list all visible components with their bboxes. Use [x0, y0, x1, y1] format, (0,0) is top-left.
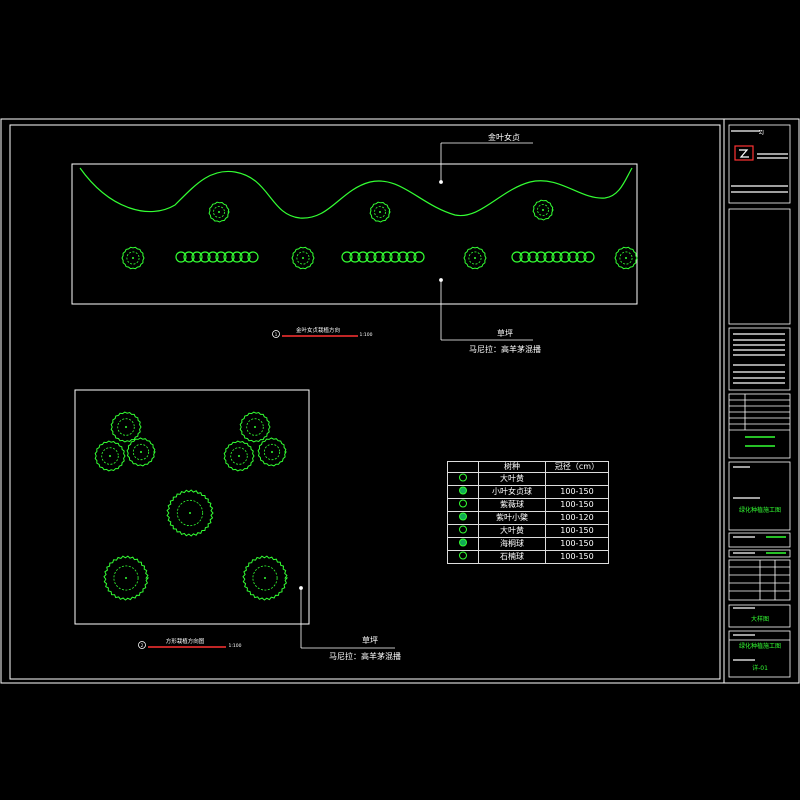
legend-size: 100-120	[545, 511, 609, 525]
legend-symbol-icon	[447, 511, 479, 525]
legend-species: 紫薇球	[478, 498, 546, 512]
legend-species: 大叶黄	[478, 472, 546, 486]
legend-symbol-icon	[447, 472, 479, 486]
legend-row: 大叶黄 100-150	[447, 524, 609, 538]
legend-row: 小叶女贞球 100-150	[447, 485, 609, 499]
lower-label-lawn: 草坪	[362, 635, 378, 645]
legend-size	[545, 472, 609, 486]
upper-caption: 金叶女贞栽植方向	[296, 326, 340, 334]
golden-privet-hedge	[79, 167, 633, 219]
drawing-title-repeat: 绿化种植施工图	[739, 642, 781, 650]
berberis-hedge	[175, 251, 259, 263]
legend-species: 海桐球	[478, 537, 546, 551]
legend-symbol-icon	[447, 485, 479, 499]
lower-shrub-group	[94, 411, 289, 601]
legend-size: 100-150	[545, 498, 609, 512]
legend-header-species: 树种	[478, 461, 546, 473]
ligustrum-ball-icon	[369, 201, 391, 223]
drawing-frame	[9, 124, 721, 680]
legend-species: 大叶黄	[478, 524, 546, 538]
pittosporum-ball-icon	[257, 437, 287, 467]
pittosporum-ball-icon	[126, 437, 156, 467]
upper-caption-marker-number: 1	[275, 332, 278, 337]
title-block-notes	[731, 130, 788, 661]
crape-myrtle-ball-icon	[242, 555, 289, 601]
photinia-ball-icon	[463, 246, 487, 270]
sheet-number: 详-01	[752, 664, 768, 672]
upper-leader-lines	[439, 142, 533, 341]
photinia-ball-icon	[291, 246, 315, 270]
pittosporum-ball-icon	[239, 411, 271, 443]
legend-header-symbol	[447, 461, 479, 473]
lower-caption-marker-number: 2	[141, 643, 144, 648]
pittosporum-ball-icon	[110, 411, 142, 443]
upper-label-hedge: 金叶女贞	[488, 132, 520, 142]
title-block-green-notes	[745, 436, 786, 554]
legend-species: 小叶女贞球	[478, 485, 546, 499]
legend-header-size: 冠径（cm）	[545, 461, 609, 473]
legend-row: 石楠球 100-150	[447, 550, 609, 564]
ligustrum-ball-icon	[532, 199, 554, 221]
company-logo-icon	[734, 145, 754, 161]
crape-myrtle-ball-icon	[103, 555, 150, 601]
title-block	[728, 124, 791, 678]
upper-plan-boundary	[71, 163, 638, 305]
plant-legend-body: 树种 冠径（cm） 大叶黄 小叶女贞球 100-150 紫薇球 100-150 紫叶小檗 1…	[447, 461, 609, 564]
legend-size: 100-150	[545, 524, 609, 538]
berberis-hedge	[511, 251, 595, 263]
upper-label-lawn-mix: 马尼拉：高羊茅混播	[469, 344, 541, 354]
plant-legend-table: 树种 冠径（cm） 大叶黄 小叶女贞球 100-150 紫薇球 100-150 紫叶小檗 1…	[447, 461, 609, 564]
euonymus-ball-icon	[166, 489, 214, 537]
upper-shrub-group	[121, 199, 638, 270]
legend-symbol-icon	[447, 498, 479, 512]
legend-symbol-icon	[447, 524, 479, 538]
lower-label-lawn-mix: 马尼拉：高羊茅混播	[329, 651, 401, 661]
legend-header-row: 树种 冠径（cm）	[447, 461, 609, 473]
legend-row: 海桐球 100-150	[447, 537, 609, 551]
legend-size: 100-150	[545, 485, 609, 499]
legend-size: 100-150	[545, 537, 609, 551]
lower-caption: 方形栽植方向图	[166, 637, 205, 645]
legend-symbol-icon	[447, 537, 479, 551]
lower-plan-boundary	[74, 389, 310, 625]
legend-size: 100-150	[545, 550, 609, 564]
upper-label-lawn: 草坪	[497, 328, 513, 338]
berberis-hedge	[341, 251, 425, 263]
ligustrum-ball-icon	[208, 201, 230, 223]
upper-caption-scale: 1:100	[360, 332, 373, 338]
outer-frame	[0, 118, 800, 684]
legend-species: 紫叶小檗	[478, 511, 546, 525]
lower-caption-scale: 1:100	[229, 643, 242, 649]
legend-row: 大叶黄	[447, 472, 609, 486]
photinia-ball-icon	[614, 246, 638, 270]
project-title: 绿化种植施工图	[739, 506, 781, 514]
legend-row: 紫薇球 100-150	[447, 498, 609, 512]
legend-symbol-icon	[447, 550, 479, 564]
pittosporum-ball-icon	[94, 440, 126, 472]
pittosporum-ball-icon	[223, 440, 255, 472]
legend-row: 紫叶小檗 100-120	[447, 511, 609, 525]
legend-species: 石楠球	[478, 550, 546, 564]
drawing-title: 大样图	[751, 615, 769, 623]
photinia-ball-icon	[121, 246, 145, 270]
cad-drawing: 绿化种植施工图 大样图 绿化种植施工图 详-01 金叶女贞 草坪 马尼拉：高羊茅…	[0, 118, 800, 684]
company-mark: ZJ	[759, 130, 764, 136]
lower-leader-lines	[299, 586, 395, 649]
